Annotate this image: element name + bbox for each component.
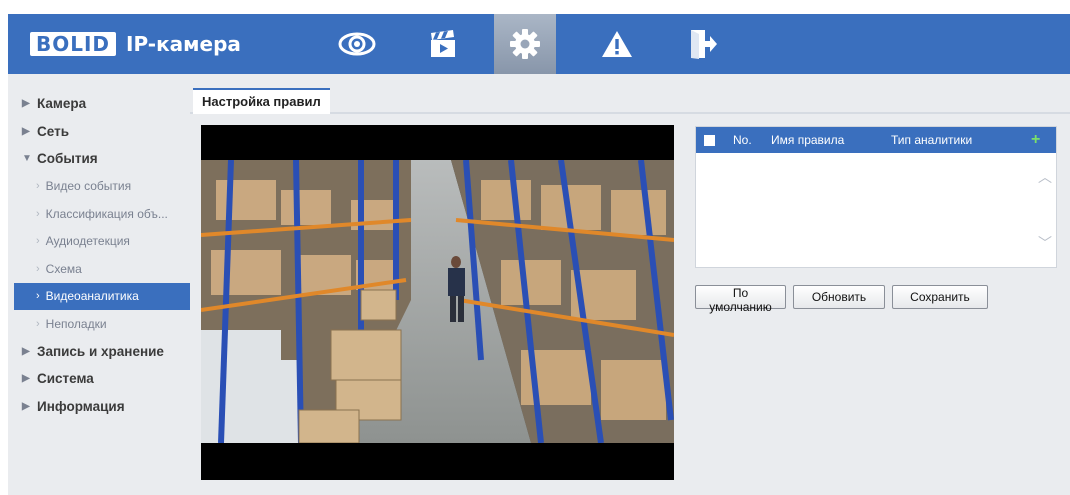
column-header-analytics-type: Тип аналитики xyxy=(891,133,973,147)
rules-table: No. Имя правила Тип аналитики + ︿ ﹀ xyxy=(695,126,1057,268)
sidebar-item-label: Камера xyxy=(37,96,87,112)
warehouse-camera-image xyxy=(201,160,674,443)
sidebar-item-label: Система xyxy=(37,371,94,387)
collapsed-arrow-icon: ▶ xyxy=(22,125,30,137)
chevron-right-icon: › xyxy=(36,262,40,275)
main-content: Настройка правил No. Имя правила Тип ана… xyxy=(190,74,1070,495)
chevron-right-icon: › xyxy=(36,180,40,193)
sidebar-subitem-malfunctions[interactable]: › Неполадки xyxy=(8,310,190,338)
chevron-right-icon: › xyxy=(36,207,40,220)
sidebar-item-label: Сеть xyxy=(37,123,69,139)
expanded-arrow-icon: ▼ xyxy=(22,153,32,165)
video-preview[interactable] xyxy=(201,125,674,480)
sidebar-item-events[interactable]: ▼ События xyxy=(8,145,190,173)
sidebar-subitem-scheme[interactable]: › Схема xyxy=(8,255,190,283)
clapperboard-icon xyxy=(431,30,455,57)
warning-icon xyxy=(602,31,632,57)
logo: BOLID IP-камера xyxy=(30,31,241,57)
chevron-right-icon: › xyxy=(36,235,40,248)
sidebar-item-network[interactable]: ▶ Сеть xyxy=(8,118,190,146)
nav-settings-button[interactable] xyxy=(494,14,556,74)
logout-icon xyxy=(691,30,717,59)
nav-logout-button[interactable] xyxy=(672,14,734,74)
eye-icon xyxy=(338,32,376,56)
tab-bar: Настройка правил xyxy=(190,88,1070,114)
sidebar-subitem-video-events[interactable]: › Видео события xyxy=(8,173,190,201)
column-header-no: No. xyxy=(733,133,752,147)
default-button[interactable]: По умолчанию xyxy=(695,285,786,314)
sidebar-item-information[interactable]: ▶ Информация xyxy=(8,393,190,421)
action-buttons: По умолчанию Обновить Сохранить xyxy=(695,285,995,314)
sidebar-subitem-label: Аудиодетекция xyxy=(45,234,130,249)
sidebar-item-system[interactable]: ▶ Система xyxy=(8,365,190,393)
nav-alarm-button[interactable] xyxy=(586,14,648,74)
sidebar-subitem-label: Видео события xyxy=(45,179,132,194)
select-all-checkbox[interactable] xyxy=(704,134,715,146)
sidebar-item-camera[interactable]: ▶ Камера xyxy=(8,90,190,118)
add-rule-icon[interactable]: + xyxy=(1031,131,1040,149)
sidebar-subitem-label: Видеоаналитика xyxy=(45,289,139,304)
sidebar-item-label: События xyxy=(37,151,98,167)
sidebar-subitem-label: Классификация объ... xyxy=(45,206,168,221)
logo-title: IP-камера xyxy=(126,32,241,56)
collapsed-arrow-icon: ▶ xyxy=(22,98,30,110)
sidebar-subitem-label: Неполадки xyxy=(45,316,107,331)
save-button[interactable]: Сохранить xyxy=(892,285,988,309)
sidebar: ▶ Камера ▶ Сеть ▼ События › Видео событи… xyxy=(8,74,190,495)
sidebar-item-record-storage[interactable]: ▶ Запись и хранение xyxy=(8,338,190,366)
sidebar-subitem-label: Схема xyxy=(45,261,82,276)
sidebar-item-label: Запись и хранение xyxy=(37,343,164,359)
sidebar-subitem-audio-detection[interactable]: › Аудиодетекция xyxy=(8,228,190,256)
sidebar-subitem-object-classification[interactable]: › Классификация объ... xyxy=(8,200,190,228)
logo-brand: BOLID xyxy=(30,32,117,56)
chevron-right-icon: › xyxy=(36,317,40,330)
sidebar-subitem-video-analytics[interactable]: › Видеоаналитика xyxy=(14,282,190,310)
collapsed-arrow-icon: ▶ xyxy=(22,373,30,385)
top-header: BOLID IP-камера xyxy=(8,14,1070,74)
collapsed-arrow-icon: ▶ xyxy=(22,400,30,412)
gear-icon xyxy=(510,29,540,59)
sidebar-item-label: Информация xyxy=(37,398,125,414)
column-header-rule-name: Имя правила xyxy=(771,133,845,147)
nav-playback-button[interactable] xyxy=(412,14,474,74)
rules-table-header: No. Имя правила Тип аналитики + xyxy=(696,127,1056,153)
scroll-up-icon[interactable]: ︿ xyxy=(1038,167,1052,187)
nav-live-view-button[interactable] xyxy=(326,14,388,74)
refresh-button[interactable]: Обновить xyxy=(793,285,885,309)
collapsed-arrow-icon: ▶ xyxy=(22,345,30,357)
scroll-down-icon[interactable]: ﹀ xyxy=(1038,233,1052,253)
chevron-right-icon: › xyxy=(36,290,40,303)
tab-rule-settings[interactable]: Настройка правил xyxy=(193,88,330,114)
